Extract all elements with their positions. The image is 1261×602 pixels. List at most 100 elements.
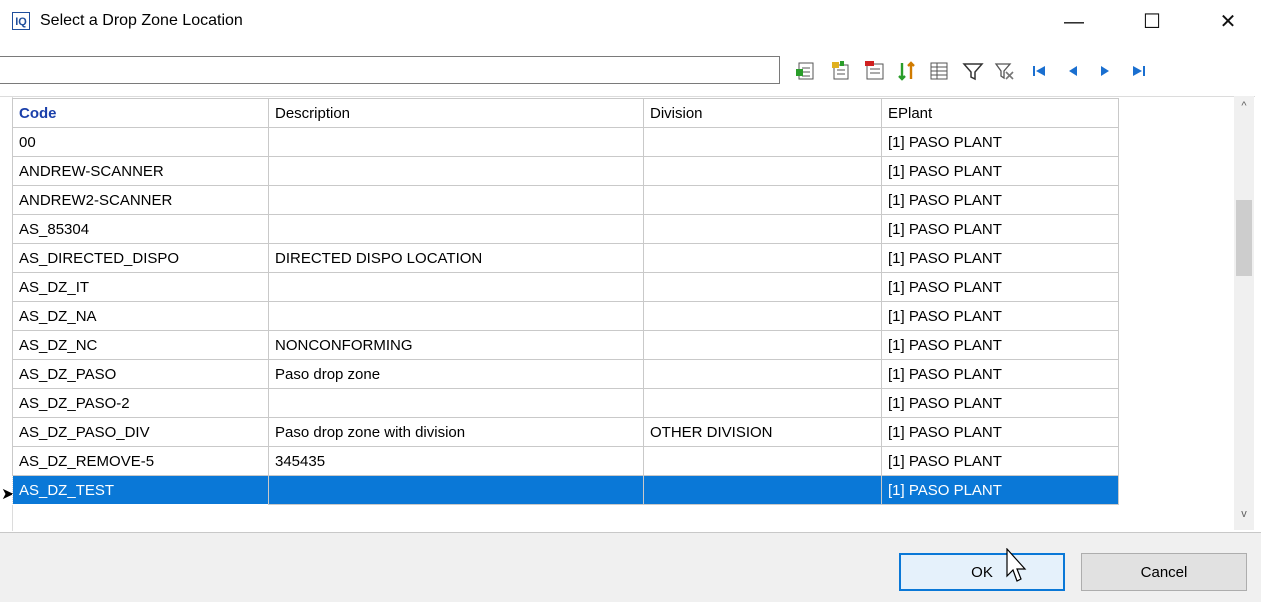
cell-eplant[interactable]: [1] PASO PLANT <box>881 301 1119 331</box>
cell-eplant[interactable]: [1] PASO PLANT <box>881 475 1119 505</box>
table-row[interactable]: AS_DZ_IT [1] PASO PLANT <box>12 272 1119 302</box>
prior-record-button[interactable] <box>1062 60 1084 82</box>
cell-code[interactable]: AS_DZ_NA <box>12 301 269 331</box>
cell-eplant[interactable]: [1] PASO PLANT <box>881 330 1119 360</box>
cell-eplant[interactable]: [1] PASO PLANT <box>881 185 1119 215</box>
first-record-button[interactable] <box>1028 60 1050 82</box>
last-record-button[interactable] <box>1128 60 1150 82</box>
cell-division[interactable] <box>643 359 882 389</box>
cell-division[interactable] <box>643 388 882 418</box>
clear-filter-button[interactable] <box>994 60 1016 82</box>
table-row[interactable]: AS_DZ_NC NONCONFORMING [1] PASO PLANT <box>12 330 1119 360</box>
minimize-icon: — <box>1064 11 1084 33</box>
delete-record-button[interactable] <box>864 60 886 82</box>
cell-division[interactable] <box>643 330 882 360</box>
cell-code[interactable]: 00 <box>12 127 269 157</box>
table-row[interactable]: AS_DZ_PASO Paso drop zone [1] PASO PLANT <box>12 359 1119 389</box>
table-row[interactable]: AS_85304 [1] PASO PLANT <box>12 214 1119 244</box>
column-header-description[interactable]: Description <box>268 98 644 128</box>
cell-code[interactable]: AS_DIRECTED_DISPO <box>12 243 269 273</box>
cell-eplant[interactable]: [1] PASO PLANT <box>881 243 1119 273</box>
cell-code[interactable]: AS_DZ_TEST <box>12 475 269 505</box>
filter-icon <box>962 63 984 81</box>
cell-division[interactable]: OTHER DIVISION <box>643 417 882 447</box>
table-row[interactable]: AS_DZ_REMOVE-5 345435 [1] PASO PLANT <box>12 446 1119 476</box>
ok-button[interactable]: OK <box>899 553 1065 591</box>
vertical-scrollbar[interactable]: ^ v <box>1234 96 1254 530</box>
column-header-division[interactable]: Division <box>643 98 882 128</box>
cell-eplant[interactable]: [1] PASO PLANT <box>881 446 1119 476</box>
toolbar <box>0 54 1261 88</box>
cell-eplant[interactable]: [1] PASO PLANT <box>881 359 1119 389</box>
cell-description[interactable] <box>268 272 644 302</box>
sort-icon <box>898 61 915 81</box>
sort-button[interactable] <box>896 60 918 82</box>
cell-description[interactable] <box>268 156 644 186</box>
cell-eplant[interactable]: [1] PASO PLANT <box>881 417 1119 447</box>
cell-code[interactable]: ANDREW-SCANNER <box>12 156 269 186</box>
cell-description[interactable] <box>268 475 644 505</box>
table-row[interactable]: AS_DZ_PASO-2 [1] PASO PLANT <box>12 388 1119 418</box>
close-button[interactable]: ✕ <box>1198 4 1258 40</box>
column-header-code[interactable]: Code <box>12 98 269 128</box>
first-record-icon <box>1033 66 1045 76</box>
maximize-button[interactable]: ☐ <box>1122 4 1182 40</box>
table-row[interactable]: ANDREW-SCANNER [1] PASO PLANT <box>12 156 1119 186</box>
cell-eplant[interactable]: [1] PASO PLANT <box>881 388 1119 418</box>
minimize-button[interactable]: — <box>1044 4 1104 40</box>
cell-division[interactable] <box>643 185 882 215</box>
cell-description[interactable]: 345435 <box>268 446 644 476</box>
close-icon: ✕ <box>1219 11 1237 33</box>
edit-record-button[interactable] <box>830 60 852 82</box>
filter-button[interactable] <box>962 60 984 82</box>
cell-description[interactable] <box>268 185 644 215</box>
cell-division[interactable] <box>643 214 882 244</box>
cell-description[interactable] <box>268 214 644 244</box>
column-header-eplant[interactable]: EPlant <box>881 98 1119 128</box>
cell-code[interactable]: AS_DZ_PASO <box>12 359 269 389</box>
cell-code[interactable]: AS_DZ_PASO_DIV <box>12 417 269 447</box>
cell-description[interactable]: DIRECTED DISPO LOCATION <box>268 243 644 273</box>
cell-eplant[interactable]: [1] PASO PLANT <box>881 272 1119 302</box>
cell-description[interactable] <box>268 301 644 331</box>
cell-division[interactable] <box>643 127 882 157</box>
grid-view-button[interactable] <box>928 60 950 82</box>
cell-division[interactable] <box>643 446 882 476</box>
next-record-button[interactable] <box>1094 60 1116 82</box>
table-row[interactable]: AS_DZ_PASO_DIV Paso drop zone with divisi… <box>12 417 1119 447</box>
cell-description[interactable] <box>268 127 644 157</box>
cell-description[interactable]: NONCONFORMING <box>268 330 644 360</box>
cell-division[interactable] <box>643 475 882 505</box>
cell-division[interactable] <box>643 301 882 331</box>
cell-code[interactable]: AS_DZ_REMOVE-5 <box>12 446 269 476</box>
cell-code[interactable]: AS_DZ_NC <box>12 330 269 360</box>
cell-division[interactable] <box>643 243 882 273</box>
cell-code[interactable]: AS_85304 <box>12 214 269 244</box>
cell-eplant[interactable]: [1] PASO PLANT <box>881 127 1119 157</box>
prior-record-icon <box>1069 66 1077 76</box>
table-row[interactable]: AS_DZ_NA [1] PASO PLANT <box>12 301 1119 331</box>
records-grid[interactable]: ➤ Code Description Division EPlant 00 [1]… <box>0 96 1255 531</box>
cell-description[interactable]: Paso drop zone with division <box>268 417 644 447</box>
search-input[interactable] <box>0 56 780 84</box>
table-row[interactable]: AS_DZ_TEST [1] PASO PLANT <box>12 475 1119 505</box>
cell-division[interactable] <box>643 272 882 302</box>
table-row[interactable]: ANDREW2-SCANNER [1] PASO PLANT <box>12 185 1119 215</box>
scroll-down-arrow-icon[interactable]: v <box>1234 508 1254 526</box>
insert-record-button[interactable] <box>796 60 818 82</box>
table-row[interactable]: AS_DIRECTED_DISPO DIRECTED DISPO LOCATION… <box>12 243 1119 273</box>
cell-code[interactable]: AS_DZ_PASO-2 <box>12 388 269 418</box>
scroll-thumb[interactable] <box>1236 200 1252 276</box>
cell-eplant[interactable]: [1] PASO PLANT <box>881 214 1119 244</box>
cell-description[interactable] <box>268 388 644 418</box>
cancel-button[interactable]: Cancel <box>1081 553 1247 591</box>
cell-code[interactable]: AS_DZ_IT <box>12 272 269 302</box>
mouse-pointer-icon <box>1006 548 1027 582</box>
cell-description[interactable]: Paso drop zone <box>268 359 644 389</box>
edit-record-icon <box>832 61 849 80</box>
scroll-up-arrow-icon[interactable]: ^ <box>1234 100 1254 118</box>
cell-division[interactable] <box>643 156 882 186</box>
table-row[interactable]: 00 [1] PASO PLANT <box>12 127 1119 157</box>
cell-code[interactable]: ANDREW2-SCANNER <box>12 185 269 215</box>
cell-eplant[interactable]: [1] PASO PLANT <box>881 156 1119 186</box>
